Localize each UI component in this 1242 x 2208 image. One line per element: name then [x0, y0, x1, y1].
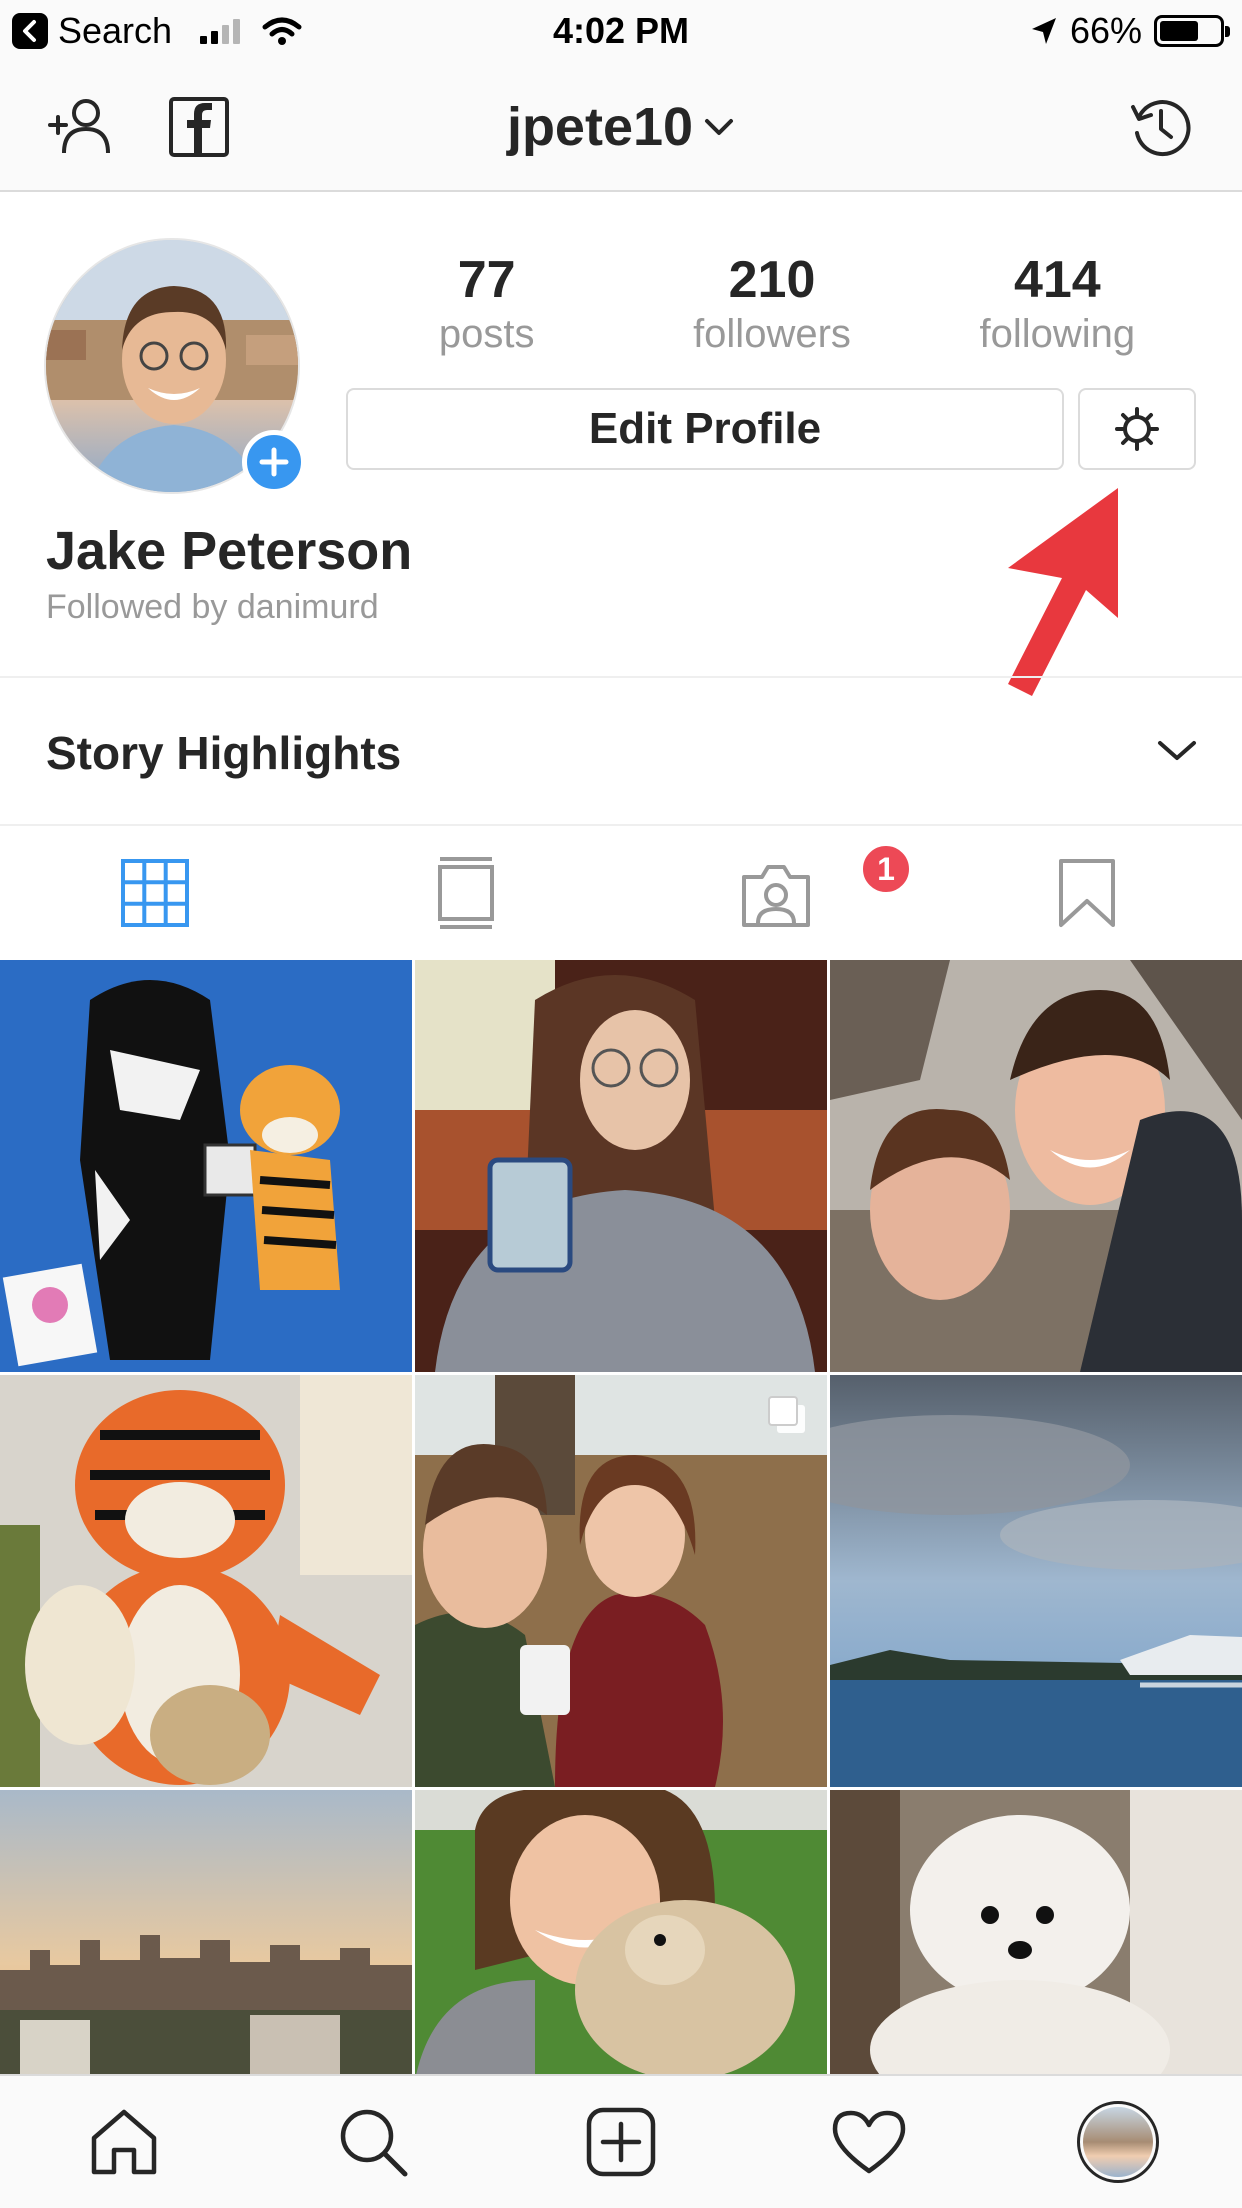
profile-avatar-container[interactable]: [44, 238, 306, 494]
photo-mural-image: [0, 960, 412, 1372]
profile-tabs: 1: [0, 826, 1242, 960]
posts-count: 77: [457, 251, 516, 309]
photo-crochet-tiger-image: [0, 1375, 412, 1787]
followers-count: 210: [728, 251, 816, 309]
profile-tab[interactable]: [994, 2076, 1242, 2208]
following-count: 414: [1013, 251, 1101, 309]
profile-nav-bar: jpete10: [0, 62, 1242, 192]
grid-icon: [121, 859, 190, 927]
photo-woman-dog-image: [415, 1790, 827, 2074]
history-icon[interactable]: [1126, 92, 1196, 162]
story-highlights-row[interactable]: Story Highlights: [0, 676, 1242, 826]
red-annotation-arrow-icon: [1008, 488, 1118, 696]
grid-photo[interactable]: [415, 960, 827, 1372]
battery-icon: [1154, 15, 1230, 47]
followed-by-text[interactable]: Followed by danimurd: [46, 588, 379, 627]
tab-saved[interactable]: [932, 826, 1242, 960]
photo-white-dog-image: [830, 1790, 1242, 2074]
location-arrow-icon: [1031, 18, 1056, 44]
status-right: 66%: [1030, 10, 1230, 52]
battery-percent: 66%: [1069, 10, 1142, 51]
photo-skyline-image: [0, 1790, 412, 2074]
followers-stat[interactable]: 210 followers: [629, 250, 914, 370]
new-post-tab[interactable]: [497, 2076, 745, 2208]
followers-label: followers: [693, 312, 851, 356]
photo-couple-selfie-image: [830, 960, 1242, 1372]
tab-tagged[interactable]: 1: [621, 826, 932, 960]
grid-photo[interactable]: [830, 1790, 1242, 2074]
home-tab[interactable]: [0, 2076, 248, 2208]
search-icon: [340, 2109, 408, 2177]
chevron-down-icon: [705, 119, 734, 135]
following-stat[interactable]: 414 following: [915, 250, 1200, 370]
username-switcher[interactable]: jpete10: [0, 92, 1242, 162]
story-highlights-title: Story Highlights: [46, 727, 402, 779]
grid-photo[interactable]: [830, 960, 1242, 1372]
tab-feed[interactable]: [311, 826, 622, 960]
photo-grid: [0, 960, 1242, 2074]
heart-icon: [833, 2110, 906, 2174]
tagged-notification-badge: 1: [859, 842, 913, 896]
username-title: jpete10: [506, 97, 694, 157]
profile-full-name: Jake Peterson: [46, 521, 413, 581]
chevron-down-icon[interactable]: [1152, 726, 1202, 776]
status-bar: Search 4:02 PM 66%: [0, 0, 1242, 62]
add-story-plus-icon[interactable]: [242, 430, 306, 494]
multi-photo-icon: [768, 1396, 805, 1433]
new-post-icon: [586, 2107, 656, 2177]
search-tab[interactable]: [248, 2076, 496, 2208]
following-label: following: [979, 312, 1136, 356]
tagged-icon: [742, 865, 811, 927]
posts-label: posts: [438, 312, 535, 356]
photo-harbor-image: [830, 1375, 1242, 1787]
profile-stats: 77 posts 210 followers 414 following: [344, 250, 1200, 370]
grid-photo[interactable]: [0, 1790, 412, 2074]
grid-photo[interactable]: [830, 1375, 1242, 1787]
tab-grid[interactable]: [0, 826, 311, 960]
grid-photo[interactable]: [0, 1375, 412, 1787]
profile-avatar-small: [1076, 2101, 1159, 2183]
photo-couple-autumn-image: [415, 1375, 827, 1787]
feed-icon: [437, 857, 494, 929]
bottom-tab-bar: [0, 2074, 1242, 2208]
posts-stat[interactable]: 77 posts: [344, 250, 629, 370]
activity-tab[interactable]: [745, 2076, 993, 2208]
photo-woman-drink-image: [415, 960, 827, 1372]
home-icon: [91, 2109, 157, 2175]
grid-photo[interactable]: [415, 1375, 827, 1787]
grid-photo[interactable]: [0, 960, 412, 1372]
saved-icon: [1058, 859, 1115, 927]
gear-icon: [1115, 407, 1159, 451]
grid-photo[interactable]: [415, 1790, 827, 2074]
settings-button[interactable]: [1078, 388, 1196, 470]
edit-profile-button[interactable]: Edit Profile: [346, 388, 1064, 470]
